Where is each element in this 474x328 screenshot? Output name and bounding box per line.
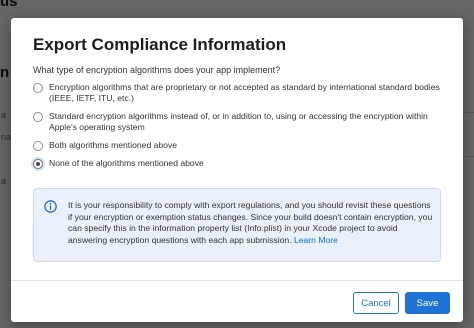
option-both-algorithms[interactable]: Both algorithms mentioned above	[33, 140, 451, 151]
option-proprietary-encryption[interactable]: Encryption algorithms that are proprieta…	[33, 82, 451, 104]
option-label: Both algorithms mentioned above	[49, 140, 178, 150]
info-circle-icon	[44, 200, 57, 213]
radio-button[interactable]	[33, 141, 43, 151]
encryption-options-group: Encryption algorithms that are proprieta…	[33, 82, 451, 176]
save-button[interactable]: Save	[405, 292, 450, 314]
option-label: Encryption algorithms that are proprieta…	[49, 82, 440, 103]
learn-more-link[interactable]: Learn More	[294, 235, 338, 245]
radio-button[interactable]	[33, 83, 43, 93]
encryption-question: What type of encryption algorithms does …	[33, 65, 281, 75]
option-none-of-the-above[interactable]: None of the algorithms mentioned above	[33, 158, 451, 169]
option-label: Standard encryption algorithms instead o…	[49, 111, 428, 132]
info-message: It is your responsibility to comply with…	[68, 200, 434, 246]
radio-button[interactable]	[33, 112, 43, 122]
option-standard-encryption[interactable]: Standard encryption algorithms instead o…	[33, 111, 451, 133]
option-label: None of the algorithms mentioned above	[49, 158, 204, 168]
radio-button-selected[interactable]	[33, 159, 43, 169]
export-compliance-dialog: Export Compliance Information What type …	[11, 18, 463, 322]
dialog-title: Export Compliance Information	[33, 35, 287, 54]
info-message-text: It is your responsibility to comply with…	[68, 200, 433, 245]
footer-divider	[11, 280, 463, 281]
info-notice: It is your responsibility to comply with…	[33, 188, 441, 262]
cancel-button[interactable]: Cancel	[353, 292, 399, 314]
